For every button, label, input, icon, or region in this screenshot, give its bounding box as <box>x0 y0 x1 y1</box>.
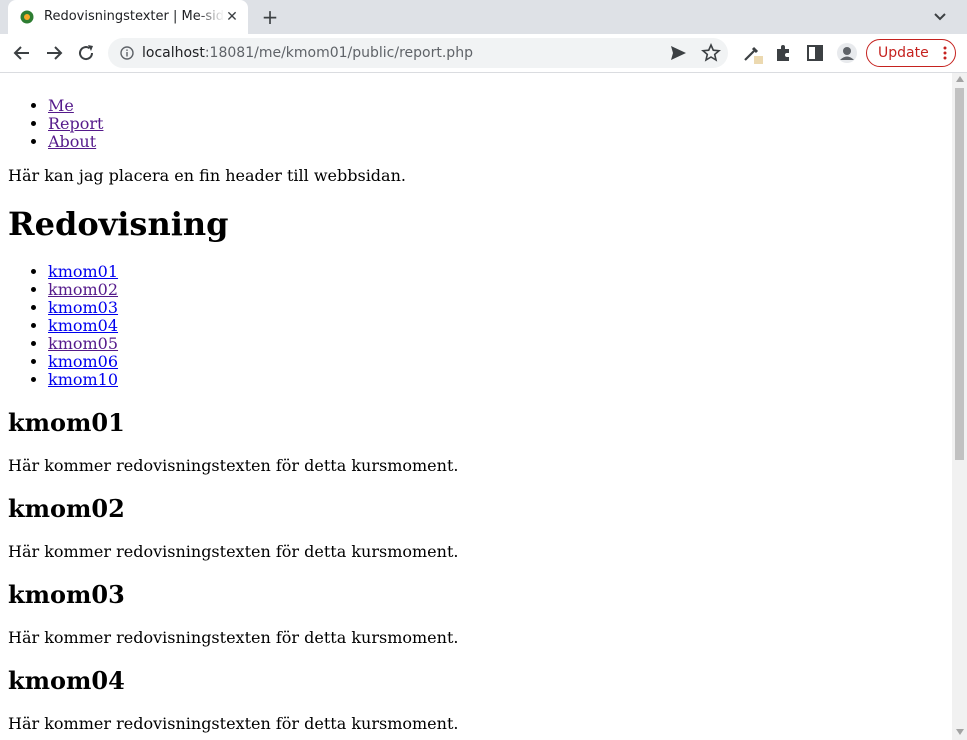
toc-item: kmom02 <box>48 281 944 299</box>
section-heading-kmom01: kmom01 <box>8 408 125 437</box>
chevron-down-icon[interactable] <box>930 8 950 26</box>
header-text: Här kan jag placera en fin header till w… <box>8 166 406 185</box>
update-button-label: Update <box>878 45 929 61</box>
reload-icon[interactable] <box>74 41 98 65</box>
toc-link-kmom01[interactable]: kmom01 <box>48 262 118 281</box>
page-viewport: Me Report About Här kan jag placera en f… <box>0 73 952 740</box>
toc-item: kmom05 <box>48 335 944 353</box>
url-host: localhost <box>142 45 205 61</box>
nav-link-report[interactable]: Report <box>48 114 103 133</box>
toc-link-kmom10[interactable]: kmom10 <box>48 370 118 389</box>
scroll-up-arrow-icon[interactable] <box>955 76 964 82</box>
eyedropper-extension-icon[interactable] <box>740 41 764 65</box>
toc-link-kmom02[interactable]: kmom02 <box>48 280 118 299</box>
toc-link-kmom03[interactable]: kmom03 <box>48 298 118 317</box>
section-text: Här kommer redovisningstexten för detta … <box>8 714 459 733</box>
toc-item: kmom01 <box>48 263 944 281</box>
more-vert-icon <box>943 46 947 60</box>
toc-link-kmom05[interactable]: kmom05 <box>48 334 118 353</box>
forward-arrow-icon[interactable] <box>42 41 66 65</box>
section-text: Här kommer redovisningstexten för detta … <box>8 542 459 561</box>
address-bar[interactable]: localhost:18081/me/kmom01/public/report.… <box>108 38 728 68</box>
report-toc: kmom01 kmom02 kmom03 kmom04 kmom05 kmom0… <box>8 263 944 389</box>
scroll-down-arrow-icon[interactable] <box>955 729 964 735</box>
side-panel-icon[interactable] <box>803 41 827 65</box>
extensions-puzzle-icon[interactable] <box>771 41 795 65</box>
url-text: localhost:18081/me/kmom01/public/report.… <box>142 45 473 61</box>
toc-item: kmom10 <box>48 371 944 389</box>
bookmark-star-icon[interactable] <box>699 41 723 65</box>
page-title: Redovisning <box>8 205 229 243</box>
back-arrow-icon[interactable] <box>10 41 34 65</box>
toc-link-kmom04[interactable]: kmom04 <box>48 316 118 335</box>
tab-title: Redovisningstexter | Me-sida <box>44 9 224 24</box>
new-tab-icon[interactable]: + <box>258 6 282 30</box>
tab-strip: Redovisningstexter | Me-sida ✕ + <box>0 0 967 34</box>
update-button[interactable]: Update <box>866 39 956 67</box>
nav-item-report: Report <box>48 115 944 133</box>
toc-link-kmom06[interactable]: kmom06 <box>48 352 118 371</box>
url-path: :18081/me/kmom01/public/report.php <box>204 45 473 61</box>
favicon-icon <box>20 10 34 24</box>
profile-avatar-icon[interactable] <box>835 41 859 65</box>
site-nav: Me Report About <box>8 97 944 151</box>
page-content: Me Report About Här kan jag placera en f… <box>0 73 952 733</box>
section-heading-kmom02: kmom02 <box>8 494 125 523</box>
section-heading-kmom04: kmom04 <box>8 666 125 695</box>
section-text: Här kommer redovisningstexten för detta … <box>8 628 459 647</box>
toc-item: kmom04 <box>48 317 944 335</box>
nav-link-about[interactable]: About <box>48 132 96 151</box>
section-text: Här kommer redovisningstexten för detta … <box>8 456 459 475</box>
nav-link-me[interactable]: Me <box>48 96 74 115</box>
nav-item-about: About <box>48 133 944 151</box>
nav-item-me: Me <box>48 97 944 115</box>
toc-item: kmom03 <box>48 299 944 317</box>
send-icon[interactable] <box>666 41 690 65</box>
section-heading-kmom03: kmom03 <box>8 580 125 609</box>
vertical-scrollbar[interactable] <box>952 73 967 740</box>
browser-tab[interactable]: Redovisningstexter | Me-sida ✕ <box>8 0 248 34</box>
toc-item: kmom06 <box>48 353 944 371</box>
scrollbar-thumb[interactable] <box>955 88 964 460</box>
close-icon[interactable]: ✕ <box>224 9 240 25</box>
info-icon[interactable] <box>120 46 134 60</box>
browser-toolbar: localhost:18081/me/kmom01/public/report.… <box>0 34 967 73</box>
